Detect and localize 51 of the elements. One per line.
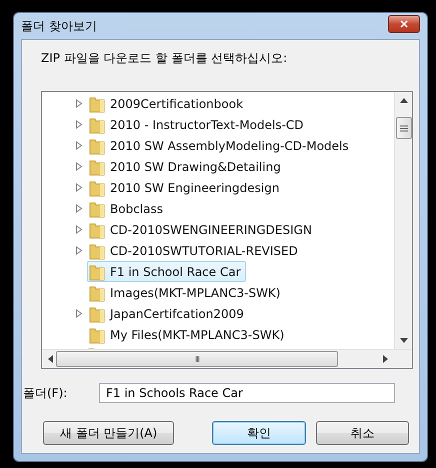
folder-icon (88, 158, 106, 176)
grip-icon (400, 124, 408, 132)
folder-icon (88, 262, 106, 280)
scroll-up-icon[interactable] (400, 98, 408, 103)
expand-arrow-icon[interactable] (75, 120, 83, 129)
close-button[interactable]: ✕ (388, 15, 420, 33)
folder-icon (88, 242, 106, 260)
folder-icon (88, 136, 106, 154)
expand-arrow-icon[interactable] (75, 99, 83, 108)
folder-icon (88, 220, 106, 238)
expand-arrow-icon[interactable] (75, 162, 83, 171)
expand-arrow-icon[interactable] (75, 183, 83, 192)
dialog-button[interactable]: 새 폴더 만들기(A) (43, 421, 174, 445)
tree-item[interactable]: 2009Certificationbook (87, 93, 248, 114)
tree-item[interactable]: F1 in School Race Car (87, 261, 246, 282)
vertical-scrollbar[interactable] (394, 92, 412, 349)
folder-icon (88, 178, 106, 196)
expand-arrow-icon[interactable] (75, 225, 83, 234)
grip-text: III (194, 354, 200, 364)
tree-item[interactable]: CD-2010SWENGINEERINGDESIGN (87, 219, 317, 240)
window-title: 폴더 찾아보기 (21, 18, 97, 34)
prompt-text: ZIP 파일을 다운로드 할 폴더를 선택하십시오: (41, 50, 288, 67)
tree-item[interactable]: My Files(MKT-MPLANC3-SWK) (87, 324, 290, 345)
tree-item[interactable]: 2010 SW AssemblyModeling-CD-Models (87, 135, 354, 156)
tree-item[interactable]: Images(MKT-MPLANC3-SWK) (87, 282, 286, 303)
folder-label: 폴더(F): (23, 384, 68, 402)
folder-icon (88, 304, 106, 322)
folder-icon (88, 200, 106, 218)
expand-arrow-icon[interactable] (75, 204, 83, 213)
expand-arrow-icon[interactable] (75, 141, 83, 150)
expand-arrow-icon[interactable] (75, 246, 83, 255)
tree-item[interactable]: Bobclass (87, 198, 168, 219)
folder-name-field[interactable]: F1 in Schools Race Car (99, 383, 395, 403)
scroll-thumb[interactable] (396, 117, 412, 139)
scroll-down-icon[interactable] (400, 338, 408, 343)
folder-icon (88, 94, 106, 112)
folder-icon (88, 284, 106, 302)
tree-item[interactable]: 2010 SW Engineeringdesign (87, 177, 284, 198)
horizontal-scrollbar[interactable]: III (42, 349, 412, 368)
tree-item[interactable]: 2010 - InstructorText-Models-CD (87, 114, 309, 135)
expand-arrow-icon[interactable] (75, 309, 83, 318)
dialog-button[interactable]: 취소 (316, 421, 409, 445)
scroll-right-icon[interactable] (383, 355, 388, 363)
tree-item[interactable]: CD-2010SWTUTORIAL-REVISED (87, 240, 303, 261)
folder-icon (88, 116, 106, 134)
folder-icon (88, 326, 106, 344)
tree-item[interactable]: 2010 SW Drawing&Detailing (87, 156, 286, 177)
scroll-thumb[interactable]: III (56, 351, 338, 367)
scroll-left-icon[interactable] (48, 355, 53, 363)
tree-item[interactable]: JapanCertifcation2009 (87, 303, 249, 324)
dialog-button[interactable]: 확인 (212, 421, 306, 445)
